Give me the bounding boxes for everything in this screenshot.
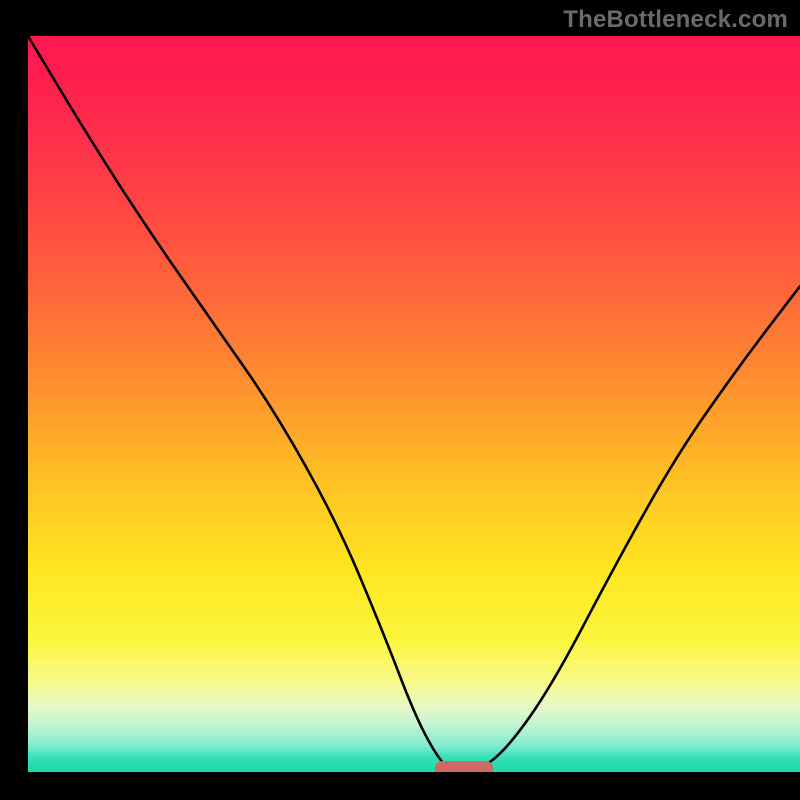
minimum-marker <box>435 761 493 772</box>
chart-frame: TheBottleneck.com <box>0 0 800 800</box>
bottleneck-curve-path <box>28 36 800 772</box>
plot-area <box>28 36 800 772</box>
watermark-text: TheBottleneck.com <box>563 6 788 34</box>
curve-layer <box>28 36 800 772</box>
